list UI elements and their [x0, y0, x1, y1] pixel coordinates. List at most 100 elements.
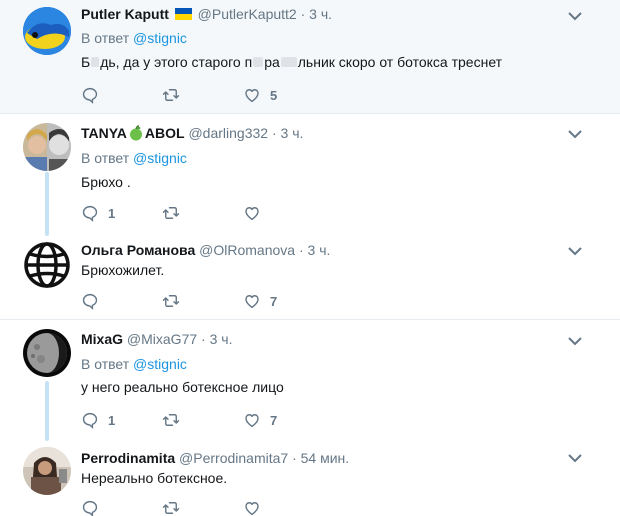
separator-dot: · [292, 450, 297, 466]
chevron-down-icon[interactable] [567, 10, 583, 22]
tweet-header: Putler Kaputt @PutlerKaputt2 · 3 ч. [81, 5, 332, 23]
tweet-actions: 7 [81, 291, 381, 311]
author-name[interactable]: Putler Kaputt [81, 6, 169, 22]
avatar[interactable] [23, 447, 71, 495]
reply-icon [82, 293, 98, 310]
tweet-actions: 1 7 [81, 410, 381, 430]
chevron-down-icon[interactable] [567, 245, 583, 257]
like-count: 7 [270, 293, 278, 309]
tweet-tanya[interactable]: TANYA ABOL @darling332 · 3 ч. В ответ @st… [0, 114, 620, 234]
avatar-image [23, 123, 71, 171]
avatar[interactable] [23, 241, 71, 289]
avatar[interactable] [23, 329, 71, 377]
separator-dot: · [298, 242, 304, 258]
tweet-text: у него реально ботексное лицо [81, 379, 284, 395]
reply-prefix: В ответ [81, 30, 130, 46]
text-part: ра [264, 54, 280, 70]
chevron-down-icon[interactable] [567, 128, 583, 140]
like-button[interactable] [243, 203, 270, 223]
tweet-actions [81, 498, 381, 516]
tweet-header: MixaG @MixaG77 · 3 ч. [81, 330, 232, 348]
text-part: льник скоро от ботокса треснет [297, 54, 503, 70]
reply-button[interactable] [81, 291, 108, 311]
separator-dot: · [271, 125, 277, 141]
like-count: 5 [270, 87, 278, 103]
tweet-actions: 5 [81, 85, 381, 105]
retweet-button[interactable] [162, 85, 189, 105]
retweet-button[interactable] [162, 410, 180, 430]
retweet-button[interactable] [162, 498, 180, 516]
apple-icon [129, 125, 142, 141]
reply-button[interactable] [81, 498, 108, 516]
like-icon [245, 502, 259, 516]
tweet-perrodinamita[interactable]: Perrodinamita @Perrodinamita7 · 54 мин. … [0, 441, 620, 516]
tweet-putler[interactable]: Putler Kaputt @PutlerKaputt2 · 3 ч. В от… [0, 0, 620, 113]
like-icon [245, 295, 259, 309]
tweet-mixag[interactable]: MixaG @MixaG77 · 3 ч. В ответ @stignic у… [0, 320, 620, 441]
author-handle[interactable]: @Perrodinamita7 [179, 450, 288, 466]
text-part: Б [81, 54, 91, 70]
author-name[interactable]: Ольга Романова [81, 242, 195, 258]
tweet-header: Perrodinamita @Perrodinamita7 · 54 мин. [81, 449, 349, 467]
tweet-actions: 1 [81, 203, 381, 223]
author-name-part[interactable]: TANYA [81, 125, 127, 141]
tweet-olga[interactable]: Ольга Романова @OlRomanova · 3 ч. Брюхож… [0, 234, 620, 319]
timestamp[interactable]: 3 ч. [281, 125, 304, 141]
reply-context: В ответ @stignic [81, 149, 187, 167]
reply-prefix: В ответ [81, 356, 130, 372]
author-handle[interactable]: @OlRomanova [199, 242, 295, 258]
timestamp[interactable]: 3 ч. [309, 6, 332, 22]
separator-dot: · [201, 331, 206, 347]
like-button[interactable]: 5 [243, 85, 277, 105]
like-button[interactable]: 7 [243, 410, 277, 430]
author-handle[interactable]: @darling332 [188, 125, 268, 141]
timestamp[interactable]: 3 ч. [210, 331, 233, 347]
like-button[interactable] [243, 498, 270, 516]
reply-icon [82, 87, 98, 104]
mention-link[interactable]: @stignic [133, 356, 187, 372]
redacted-mark [253, 57, 264, 67]
retweet-icon [162, 295, 180, 307]
reply-icon [82, 500, 98, 516]
like-icon [245, 207, 259, 221]
reply-context: В ответ @stignic [81, 29, 187, 47]
author-name-part[interactable]: ABOL [145, 125, 185, 141]
timestamp[interactable]: 3 ч. [308, 242, 331, 258]
like-icon [245, 414, 259, 428]
author-name[interactable]: MixaG [81, 331, 123, 347]
author-handle[interactable]: @MixaG77 [127, 331, 197, 347]
reply-count: 1 [108, 412, 116, 428]
reply-icon [82, 205, 98, 222]
like-count: 7 [270, 412, 278, 428]
tweet-text: Брюхо . [81, 174, 131, 190]
separator-dot: · [300, 6, 306, 22]
tweet-header: Ольга Романова @OlRomanova · 3 ч. [81, 241, 330, 259]
avatar-image [23, 329, 71, 377]
avatar[interactable] [23, 7, 71, 55]
retweet-icon [162, 502, 180, 514]
tweet-text: Бдь, да у этого старого п ра льник скоро о… [81, 52, 502, 72]
reply-button[interactable]: 1 [81, 203, 115, 223]
author-name[interactable]: Perrodinamita [81, 450, 175, 466]
avatar-image [23, 7, 71, 55]
author-handle[interactable]: @PutlerKaputt2 [198, 6, 297, 22]
like-button[interactable]: 7 [243, 291, 277, 311]
timestamp[interactable]: 54 мин. [301, 450, 350, 466]
retweet-icon [162, 89, 180, 101]
tweet-text: Нереально ботексное. [81, 470, 228, 486]
avatar-image [23, 447, 71, 495]
redacted-mark [280, 57, 297, 67]
retweet-button[interactable] [162, 203, 180, 223]
reply-button[interactable] [81, 85, 108, 105]
reply-context: В ответ @stignic [81, 355, 187, 373]
reply-icon [82, 412, 98, 429]
text-part: дь, да у этого старого п [100, 54, 253, 70]
avatar[interactable] [23, 123, 71, 171]
mention-link[interactable]: @stignic [133, 150, 187, 166]
redacted-mark [91, 57, 100, 67]
chevron-down-icon[interactable] [567, 452, 583, 464]
retweet-button[interactable] [162, 291, 180, 311]
mention-link[interactable]: @stignic [133, 30, 187, 46]
chevron-down-icon[interactable] [567, 335, 583, 347]
reply-button[interactable]: 1 [81, 410, 115, 430]
